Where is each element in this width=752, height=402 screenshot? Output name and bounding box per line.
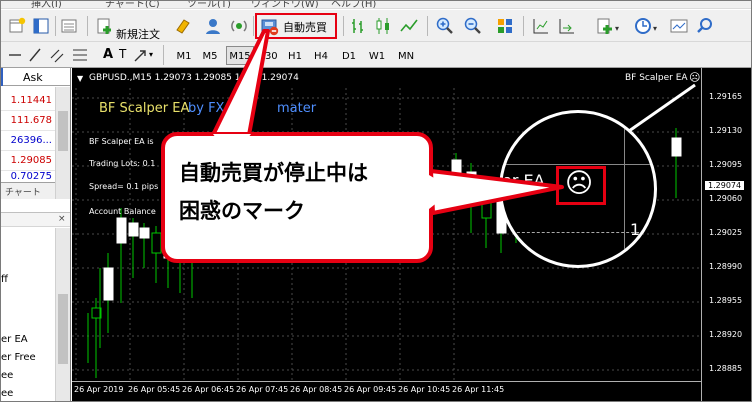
annotation-callout: 自動売買が停止中は 困惑のマーク <box>161 132 433 263</box>
callout-line-1: 自動売買が停止中は <box>179 161 368 185</box>
callout-line-2: 困惑のマーク <box>179 199 305 223</box>
